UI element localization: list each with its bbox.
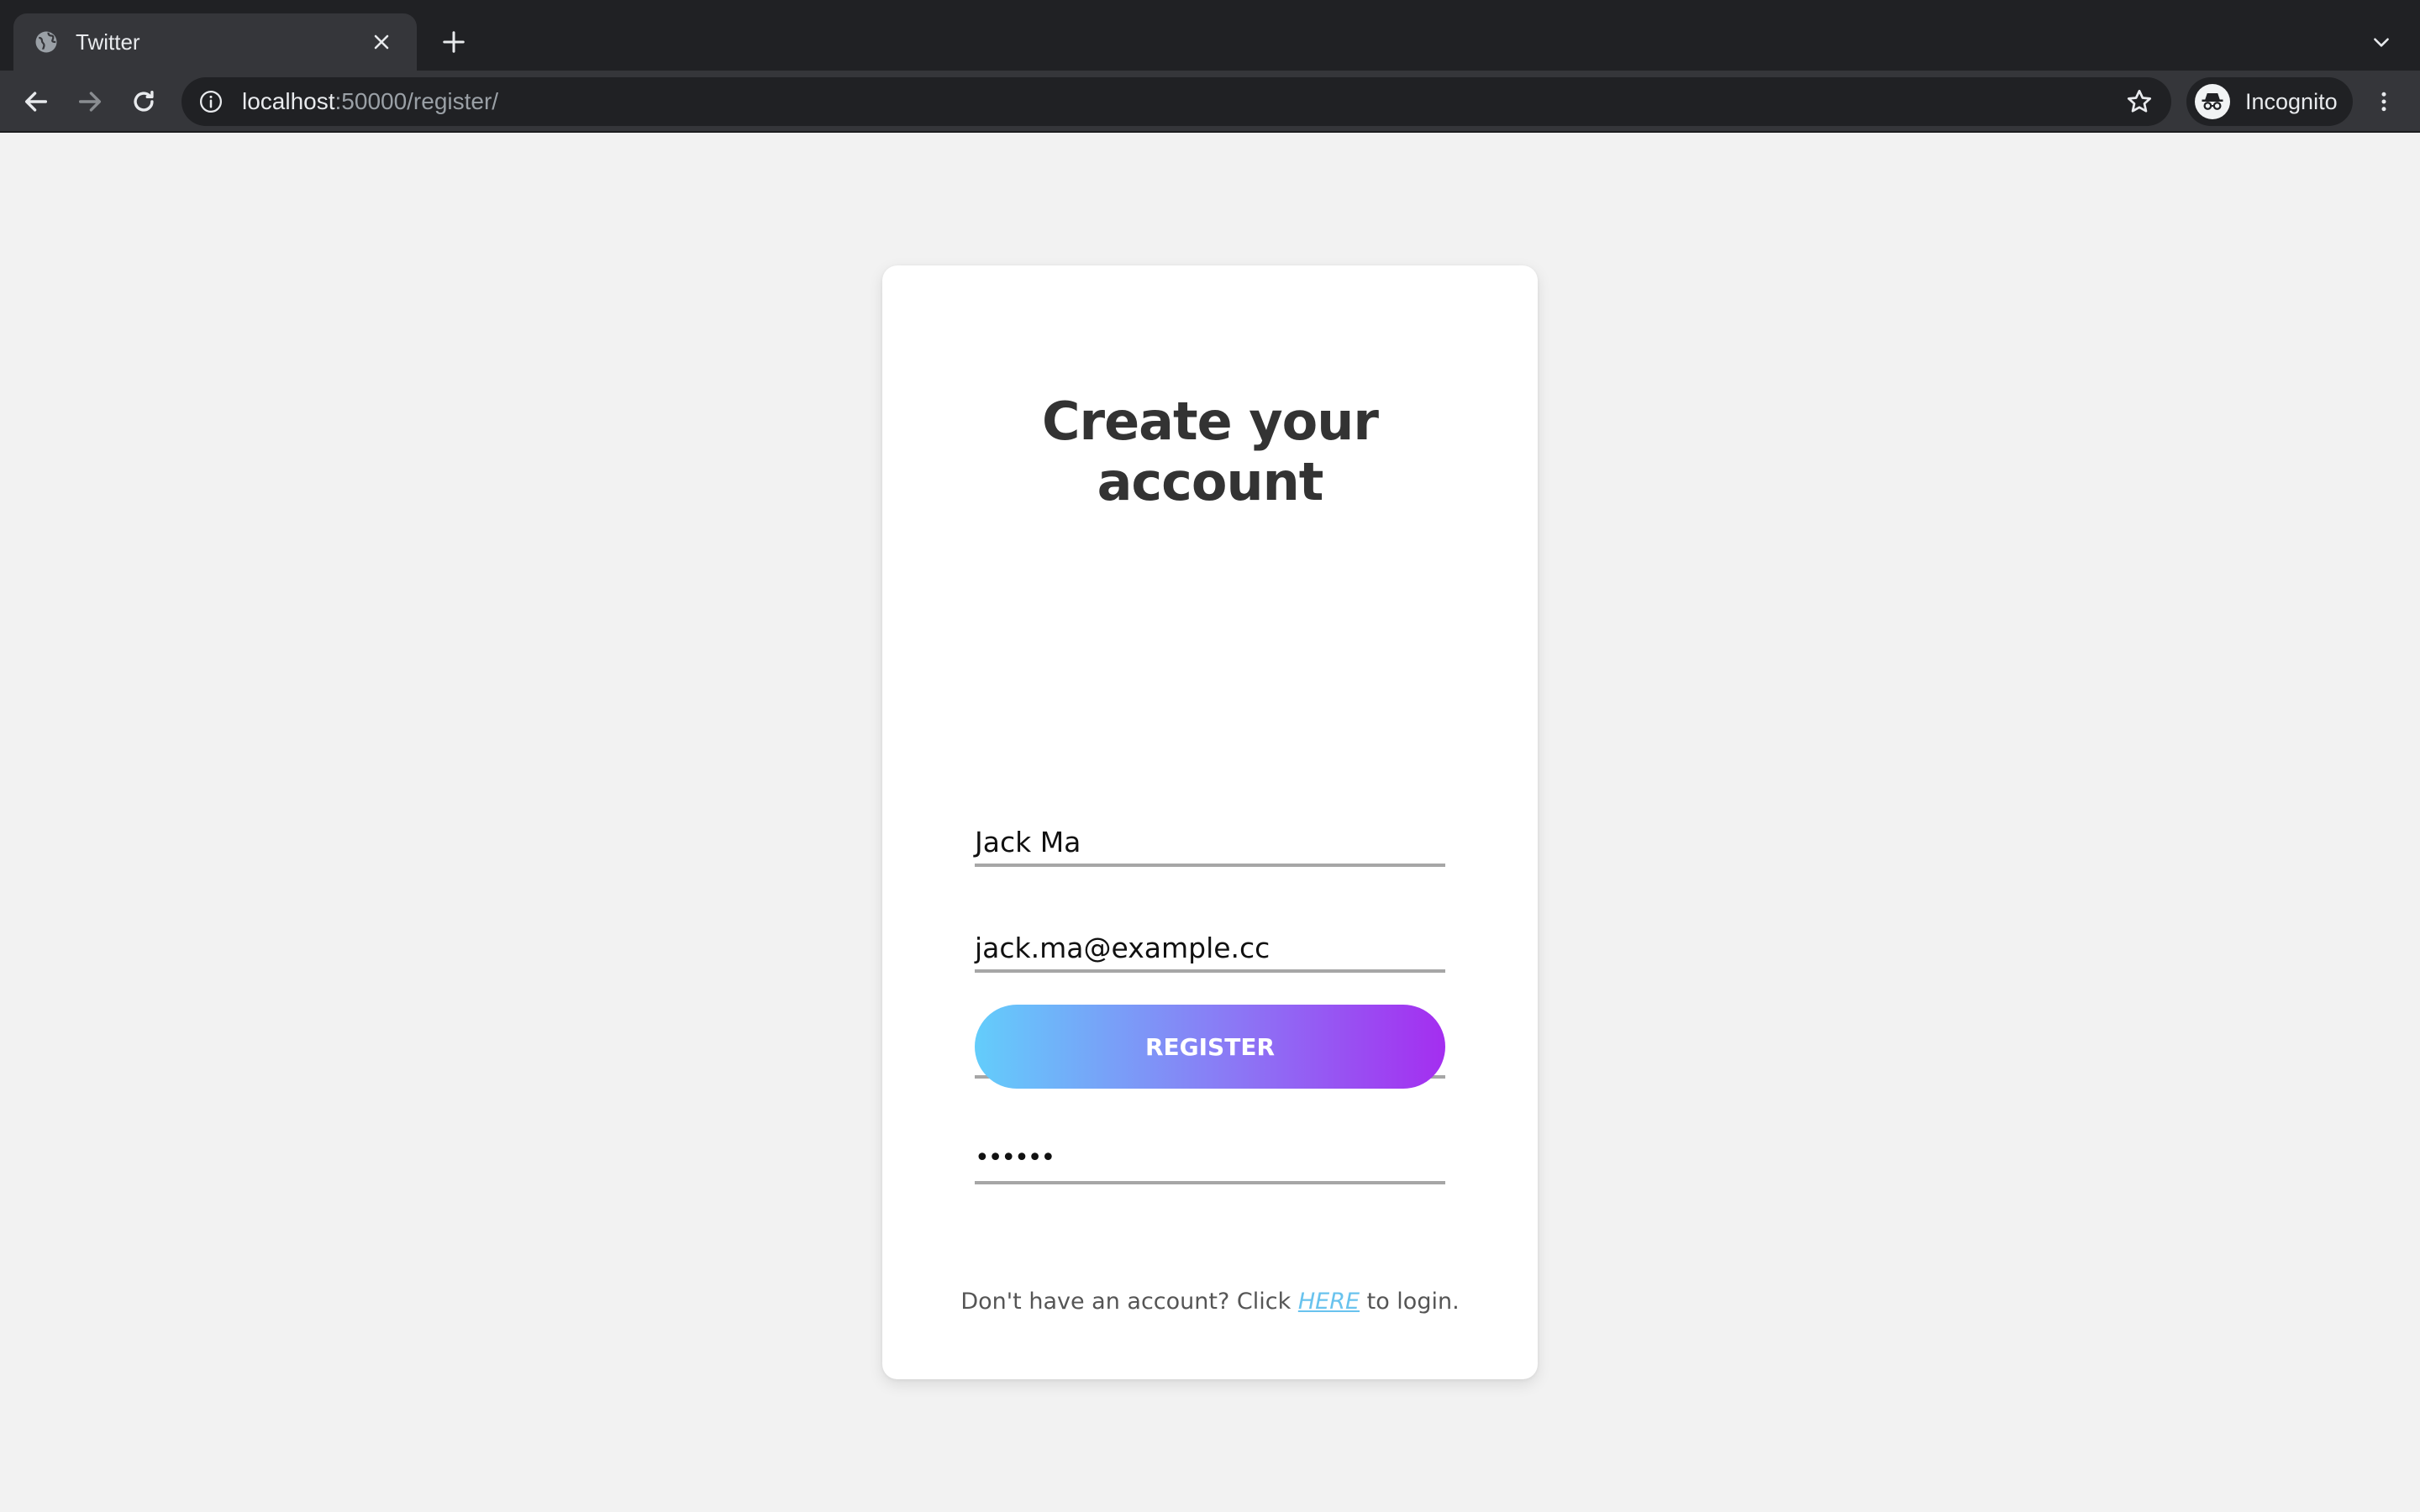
more-vert-icon[interactable] — [2361, 79, 2407, 124]
page-title: Create your account — [882, 391, 1538, 512]
back-arrow-icon[interactable] — [13, 79, 59, 124]
globe-icon — [35, 31, 57, 53]
info-icon[interactable] — [198, 89, 224, 114]
login-prompt-prefix: Don't have an account? Click — [960, 1289, 1292, 1315]
address-bar[interactable]: localhost:50000/register/ — [182, 77, 2171, 126]
tab-strip: Twitter — [0, 0, 2420, 71]
login-prompt: Don't have an account? Click HERE to log… — [882, 1289, 1538, 1315]
forward-arrow-icon[interactable] — [67, 79, 113, 124]
name-field-value: Jack Ma — [975, 826, 1081, 858]
star-icon[interactable] — [2124, 87, 2154, 117]
close-icon[interactable] — [366, 27, 397, 57]
email-field-value: jack.ma@example.cc — [975, 932, 1270, 964]
plus-icon[interactable] — [434, 22, 474, 62]
email-field[interactable]: jack.ma@example.cc — [975, 924, 1445, 973]
page-title-line-1: Create your — [1042, 391, 1379, 452]
confirm-password-field[interactable]: •••••• — [975, 1136, 1445, 1184]
login-prompt-suffix: to login. — [1366, 1289, 1460, 1315]
url-host: localhost — [242, 88, 335, 114]
register-card: Create your account Jack Ma jack.ma@exam… — [882, 265, 1538, 1379]
tab-title: Twitter — [76, 29, 140, 55]
incognito-icon — [2195, 84, 2230, 119]
login-link[interactable]: HERE — [1298, 1289, 1360, 1315]
name-field[interactable]: Jack Ma — [975, 818, 1445, 867]
url-path: :50000/register/ — [334, 88, 499, 114]
incognito-label: Incognito — [2245, 88, 2338, 114]
page-title-line-2: account — [1097, 451, 1324, 512]
browser-tab[interactable]: Twitter — [13, 13, 417, 71]
incognito-profile-button[interactable]: Incognito — [2186, 77, 2353, 126]
confirm-password-field-value: •••••• — [975, 1143, 1055, 1173]
browser-toolbar: localhost:50000/register/ Incognito — [0, 71, 2420, 133]
chevron-down-icon[interactable] — [2363, 24, 2400, 60]
register-button-label: REGISTER — [1144, 1032, 1276, 1061]
register-button[interactable]: REGISTER — [975, 1005, 1445, 1089]
url-text[interactable]: localhost:50000/register/ — [242, 88, 2124, 115]
reload-icon[interactable] — [121, 79, 166, 124]
